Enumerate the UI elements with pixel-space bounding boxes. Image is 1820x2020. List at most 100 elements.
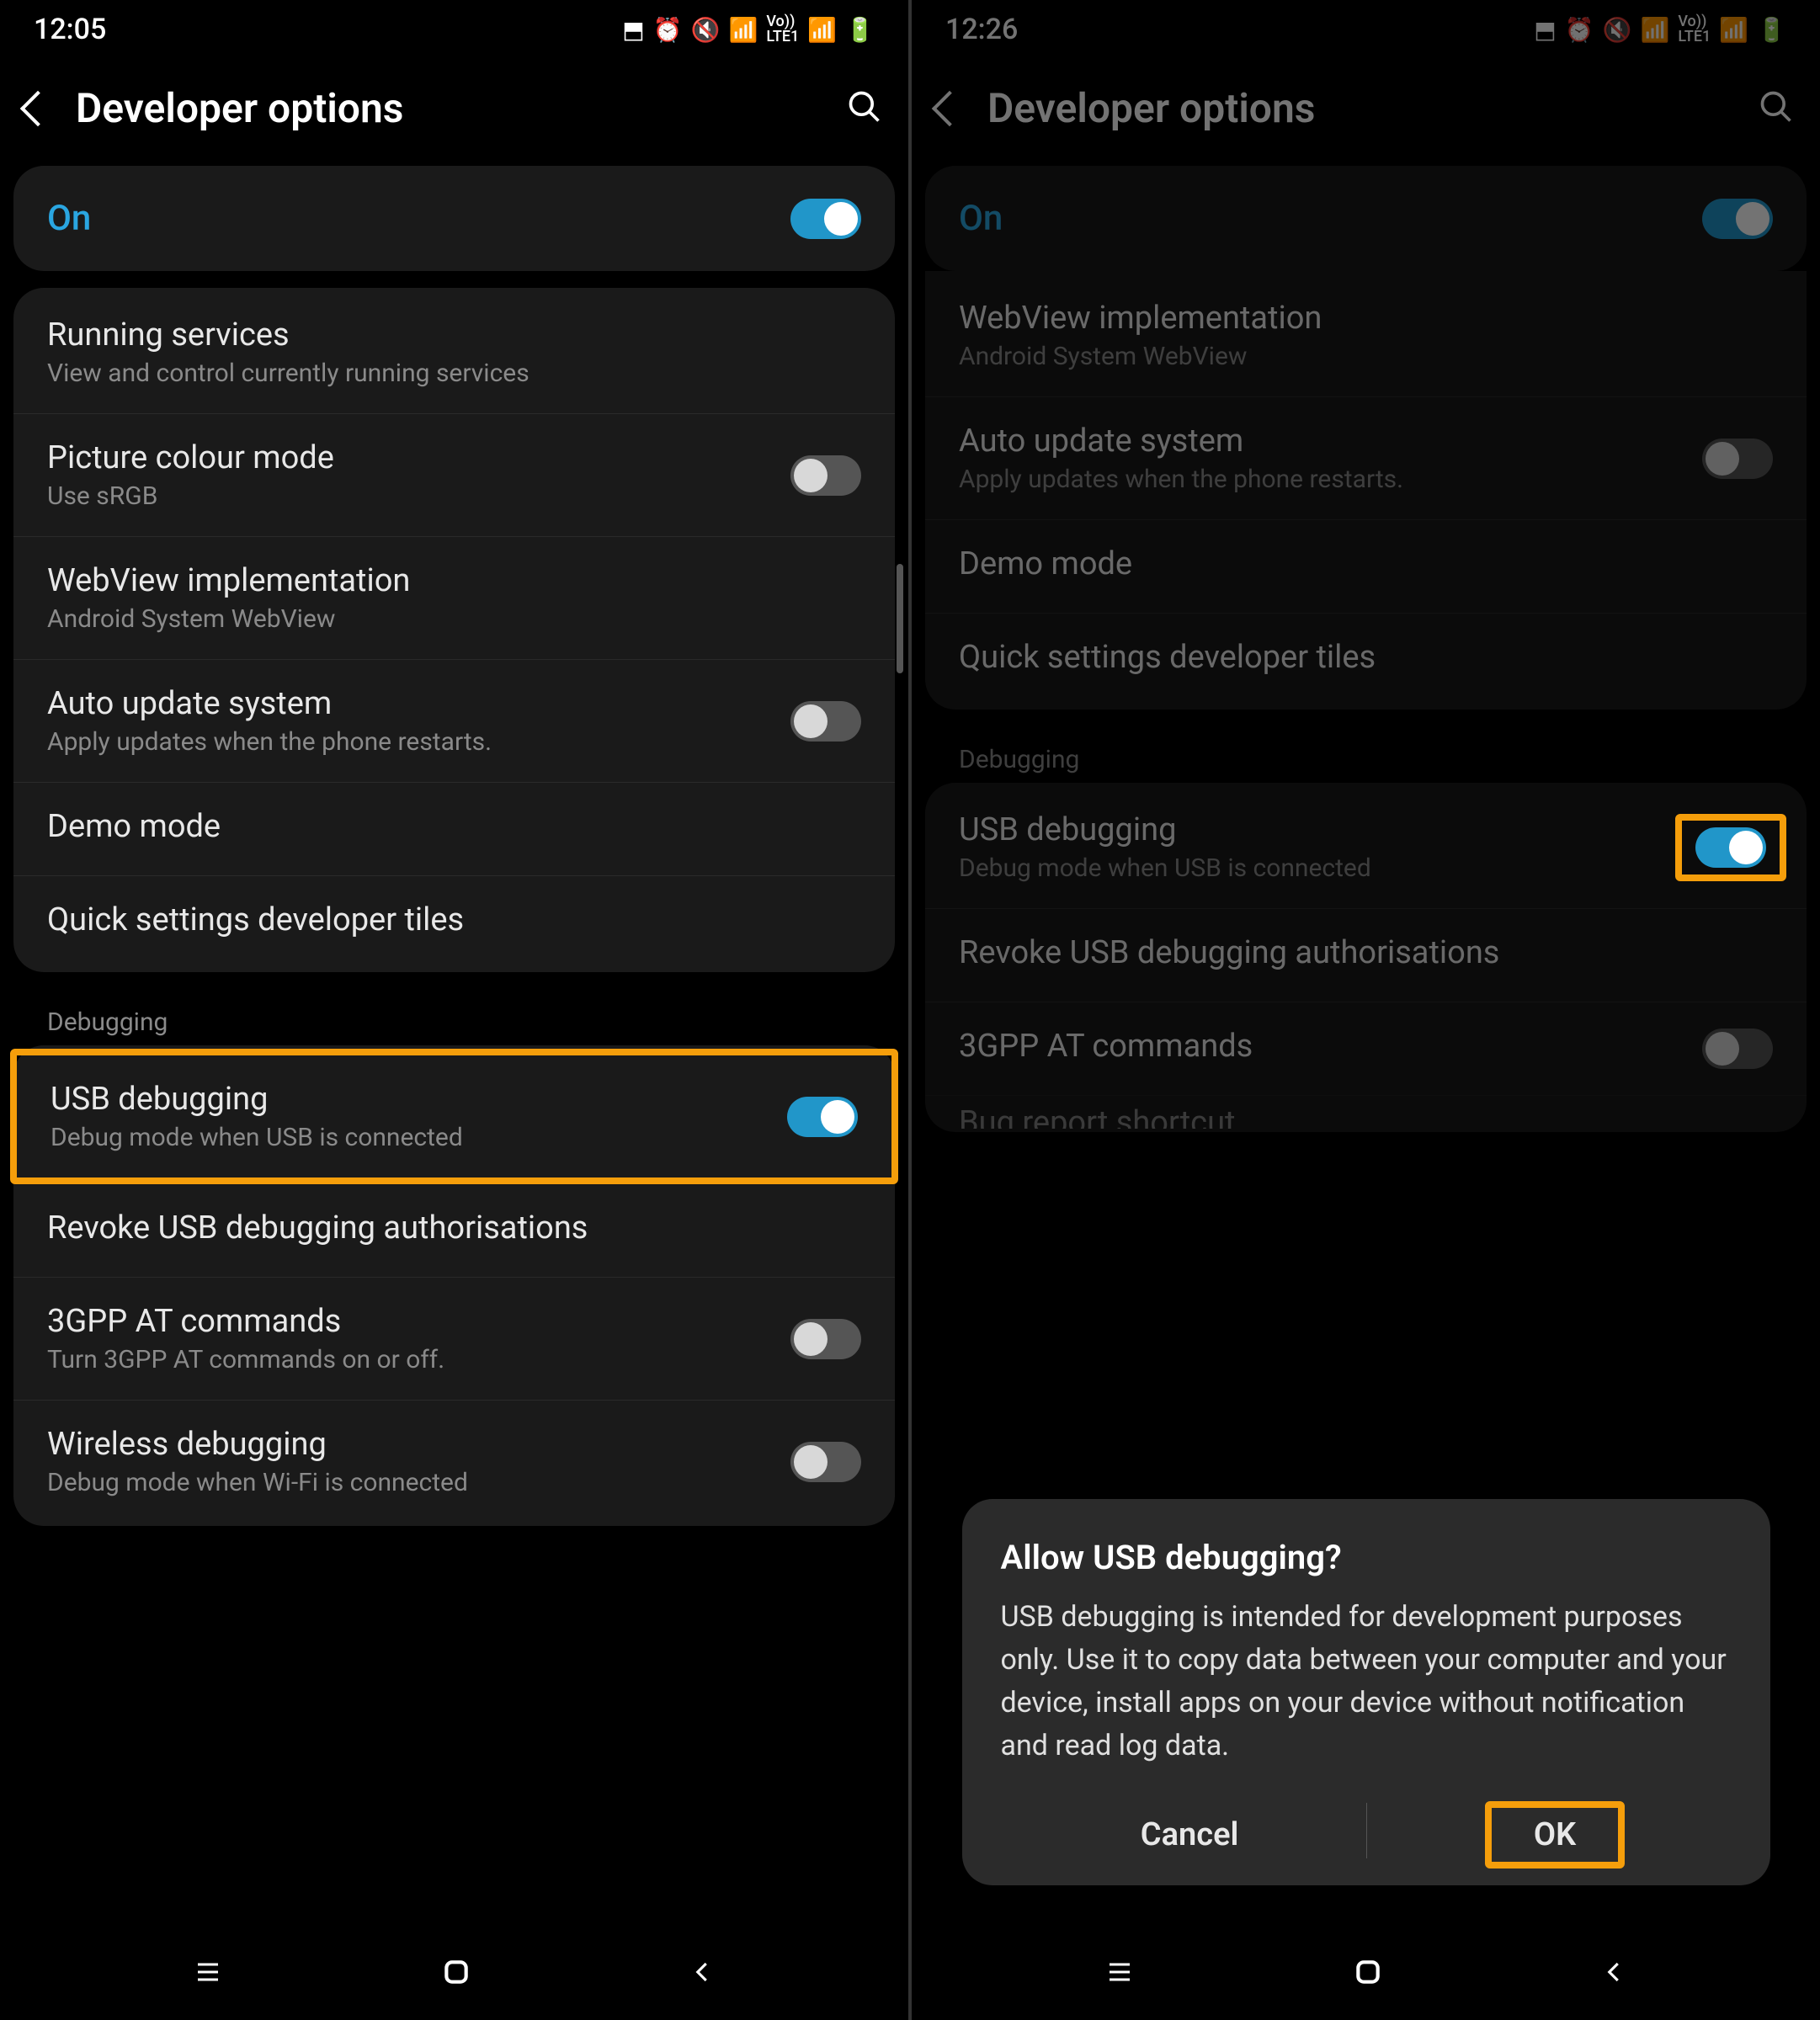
settings-row[interactable]: Quick settings developer tiles bbox=[13, 875, 895, 969]
settings-row[interactable]: Demo mode bbox=[925, 519, 1807, 613]
header: Developer options bbox=[912, 59, 1820, 166]
row-title: Picture colour mode bbox=[47, 439, 774, 476]
settings-row[interactable]: Revoke USB debugging authorisations bbox=[925, 908, 1807, 1002]
status-icons: ⬒ ⏰ 🔇 📶 Vo))LTE1 📶 🔋 bbox=[622, 14, 875, 45]
settings-row[interactable]: Demo mode bbox=[13, 782, 895, 875]
content: On Running services View and control curr… bbox=[0, 166, 908, 1927]
settings-row[interactable]: Quick settings developer tiles bbox=[925, 613, 1807, 706]
wifi-icon: 📶 bbox=[728, 16, 758, 44]
row-text: Demo mode bbox=[47, 808, 861, 850]
alarm-icon: ⏰ bbox=[653, 16, 683, 44]
row-toggle[interactable] bbox=[787, 1097, 858, 1137]
row-title: Demo mode bbox=[959, 545, 1773, 582]
back-button[interactable] bbox=[932, 90, 967, 125]
settings-row[interactable]: USB debuggingDebug mode when USB is conn… bbox=[17, 1055, 891, 1177]
header: Developer options bbox=[0, 59, 908, 166]
row-title: Revoke USB debugging authorisations bbox=[47, 1209, 861, 1247]
back-button[interactable] bbox=[20, 90, 56, 125]
row-title: WebView implementation bbox=[47, 562, 861, 599]
row-subtitle: Apply updates when the phone restarts. bbox=[959, 465, 1685, 494]
row-text: Picture colour mode Use sRGB bbox=[47, 439, 774, 511]
row-highlight: USB debuggingDebug mode when USB is conn… bbox=[10, 1049, 898, 1184]
row-toggle[interactable] bbox=[790, 455, 861, 496]
settings-row[interactable]: 3GPP AT commands bbox=[925, 1002, 1807, 1095]
search-button[interactable] bbox=[1758, 88, 1795, 129]
master-toggle[interactable] bbox=[1702, 199, 1773, 239]
status-icons: ⬒ ⏰ 🔇 📶 Vo))LTE1 📶 🔋 bbox=[1534, 14, 1786, 45]
dialog-title: Allow USB debugging? bbox=[1001, 1538, 1732, 1577]
master-toggle-row[interactable]: On bbox=[13, 169, 895, 268]
settings-card-2: USB debuggingDebug mode when USB is conn… bbox=[13, 1045, 895, 1526]
row-title: Wireless debugging bbox=[47, 1426, 774, 1463]
phone-right: 12:26 ⬒ ⏰ 🔇 📶 Vo))LTE1 📶 🔋 Developer opt… bbox=[912, 0, 1820, 2020]
nav-recent[interactable] bbox=[1104, 1957, 1135, 1991]
mute-icon: 🔇 bbox=[691, 16, 721, 44]
master-toggle-row[interactable]: On bbox=[925, 169, 1807, 268]
settings-row[interactable]: 3GPP AT commandsTurn 3GPP AT commands on… bbox=[13, 1277, 895, 1400]
settings-row[interactable]: WebView implementationAndroid System Web… bbox=[925, 274, 1807, 396]
nav-recent[interactable] bbox=[193, 1957, 223, 1991]
settings-row[interactable]: Running services View and control current… bbox=[13, 291, 895, 413]
dialog-body: USB debugging is intended for developmen… bbox=[1001, 1596, 1732, 1768]
settings-row[interactable]: Revoke USB debugging authorisations bbox=[13, 1184, 895, 1277]
search-button[interactable] bbox=[846, 88, 883, 129]
row-toggle[interactable] bbox=[790, 1442, 861, 1482]
row-text: Demo mode bbox=[959, 545, 1773, 587]
page-title: Developer options bbox=[987, 84, 1732, 132]
row-toggle[interactable] bbox=[790, 701, 861, 742]
alarm-icon: ⏰ bbox=[1565, 16, 1594, 44]
dialog-ok-button[interactable]: OK bbox=[1485, 1801, 1625, 1868]
settings-row[interactable]: Auto update systemApply updates when the… bbox=[925, 396, 1807, 519]
settings-card-1: Running services View and control current… bbox=[13, 288, 895, 972]
status-bar: 12:26 ⬒ ⏰ 🔇 📶 Vo))LTE1 📶 🔋 bbox=[912, 0, 1820, 59]
settings-row[interactable]: WebView implementation Android System Web… bbox=[13, 536, 895, 659]
row-toggle[interactable] bbox=[790, 1319, 861, 1359]
battery-icon: 🔋 bbox=[1757, 16, 1786, 44]
row-text: WebView implementation Android System Web… bbox=[47, 562, 861, 634]
battery-icon: 🔋 bbox=[845, 16, 875, 44]
row-subtitle: Debug mode when Wi-Fi is connected bbox=[47, 1468, 774, 1497]
row-text: Revoke USB debugging authorisations bbox=[47, 1209, 861, 1252]
row-text: USB debuggingDebug mode when USB is conn… bbox=[959, 811, 1672, 883]
row-subtitle: Use sRGB bbox=[47, 481, 774, 511]
nav-bar bbox=[912, 1927, 1820, 2020]
signal-icon: 📶 bbox=[1719, 16, 1748, 44]
nav-back[interactable] bbox=[690, 1959, 716, 1988]
row-toggle[interactable] bbox=[1695, 827, 1766, 868]
nav-home[interactable] bbox=[1351, 1955, 1385, 1992]
row-toggle[interactable] bbox=[1702, 1029, 1773, 1069]
section-label-debugging: Debugging bbox=[13, 989, 895, 1045]
section-label-debugging: Debugging bbox=[925, 726, 1807, 783]
row-subtitle: View and control currently running servi… bbox=[47, 359, 861, 388]
row-text: Running services View and control current… bbox=[47, 316, 861, 388]
row-title: 3GPP AT commands bbox=[47, 1303, 774, 1340]
settings-row[interactable]: Wireless debugging Debug mode when Wi-Fi … bbox=[13, 1400, 895, 1523]
phone-left: 12:05 ⬒ ⏰ 🔇 📶 Vo))LTE1 📶 🔋 Developer opt… bbox=[0, 0, 908, 2020]
scrollbar-thumb[interactable] bbox=[897, 564, 903, 673]
row-text: Quick settings developer tiles bbox=[47, 901, 861, 944]
settings-card-2: USB debuggingDebug mode when USB is conn… bbox=[925, 783, 1807, 1132]
network-label: Vo))LTE1 bbox=[1678, 14, 1711, 45]
nav-home[interactable] bbox=[439, 1955, 473, 1992]
notification-icon: ⬒ bbox=[622, 16, 644, 44]
settings-row[interactable]: Bug report shortcut bbox=[925, 1095, 1807, 1129]
master-toggle[interactable] bbox=[790, 199, 861, 239]
settings-row[interactable]: USB debuggingDebug mode when USB is conn… bbox=[925, 786, 1807, 908]
master-card: On bbox=[925, 166, 1807, 271]
row-title: Bug report shortcut bbox=[959, 1104, 1773, 1130]
row-toggle[interactable] bbox=[1702, 439, 1773, 479]
row-text: Revoke USB debugging authorisations bbox=[959, 934, 1773, 976]
row-title: USB debugging bbox=[959, 811, 1672, 848]
dialog-cancel-button[interactable]: Cancel bbox=[1107, 1801, 1273, 1868]
row-text: USB debuggingDebug mode when USB is conn… bbox=[51, 1081, 770, 1152]
row-title: Quick settings developer tiles bbox=[47, 901, 861, 938]
row-title: Quick settings developer tiles bbox=[959, 639, 1773, 676]
row-title: USB debugging bbox=[51, 1081, 770, 1118]
row-subtitle: Android System WebView bbox=[47, 604, 861, 634]
settings-row[interactable]: Picture colour mode Use sRGB bbox=[13, 413, 895, 536]
signal-icon: 📶 bbox=[807, 16, 837, 44]
row-title: Running services bbox=[47, 316, 861, 354]
nav-back[interactable] bbox=[1602, 1959, 1627, 1988]
settings-row[interactable]: Auto update systemApply updates when the… bbox=[13, 659, 895, 782]
usb-debugging-dialog: Allow USB debugging? USB debugging is in… bbox=[962, 1499, 1770, 1885]
